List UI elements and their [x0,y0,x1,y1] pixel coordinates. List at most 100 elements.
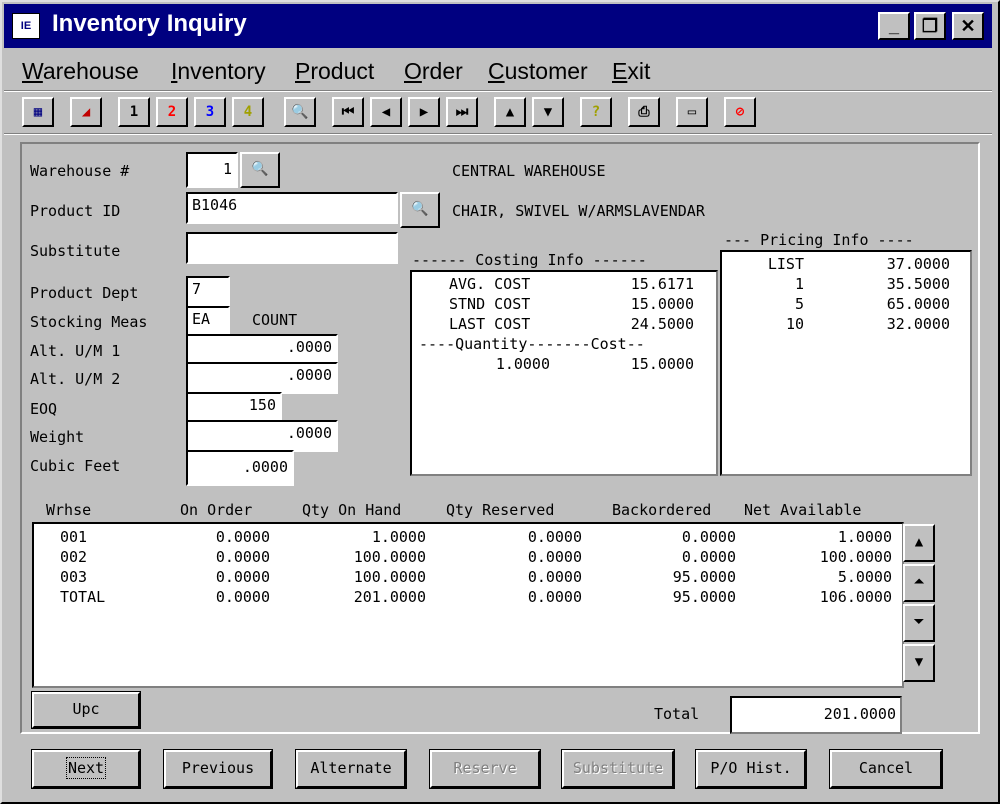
stop-icon[interactable]: ⊘ [724,97,756,127]
price-list: 37.0000 [886,255,950,273]
grid-icon[interactable]: ▦ [22,97,54,127]
scroll-page-up-icon[interactable]: ⏶ [903,564,935,602]
weight-label: Weight [30,428,85,446]
cancel-button[interactable]: Cancel [829,749,943,789]
costing-info-header: ------ Costing Info ------ [412,251,647,269]
table-cell: 0.0000 [527,548,582,566]
col-header-wrhse: Wrhse [46,501,92,519]
menu-warehouse[interactable]: Warehouse [22,58,139,85]
menu-exit[interactable]: Exit [612,58,650,85]
next-button[interactable]: Next [31,749,141,789]
minimize-icon[interactable]: _ [878,12,910,40]
table-cell: 0.0000 [215,568,270,586]
reserve-button[interactable]: Reserve [429,749,541,789]
warehouse-lookup-icon[interactable]: 🔍 [240,152,280,188]
menu-customer[interactable]: Customer [488,58,588,85]
col-header-net-available: Net Available [744,501,862,519]
warehouse-input[interactable]: 1 [186,152,238,188]
stnd-cost-label: STND COST [449,295,531,313]
eoq-label: EOQ [30,400,58,418]
stocking-meas-description: COUNT [252,311,298,329]
last-record-icon[interactable]: ⏭ [446,97,478,127]
down-icon[interactable]: ▼ [532,97,564,127]
menu-inventory[interactable]: Inventory [171,58,266,85]
product-dept-input[interactable]: 7 [186,276,230,308]
close-icon[interactable]: ✕ [952,12,984,40]
table-cell: 106.0000 [819,588,892,606]
print-icon[interactable]: ⎙ [628,97,660,127]
price-1: 35.5000 [886,275,950,293]
table-cell: 0.0000 [681,528,736,546]
scroll-page-down-icon[interactable]: ⏷ [903,604,935,642]
price-qty-list: LIST [767,255,804,273]
previous-record-icon[interactable]: ◀ [370,97,402,127]
app-icon[interactable]: IE [12,13,40,39]
scroll-up-icon[interactable]: ▲ [903,524,935,562]
table-cell: 002 [60,548,88,566]
table-cell: 1.0000 [371,528,426,546]
stocking-meas-input[interactable]: EA [186,306,230,336]
tab-3-button[interactable]: 3 [194,97,226,127]
eraser-icon[interactable]: ◢ [70,97,102,127]
first-record-icon[interactable]: ⏮ [332,97,364,127]
next-record-icon[interactable]: ▶ [408,97,440,127]
table-cell: 100.0000 [819,548,892,566]
up-icon[interactable]: ▲ [494,97,526,127]
alternate-button[interactable]: Alternate [295,749,407,789]
table-cell: 100.0000 [353,568,426,586]
alt-um2-input[interactable]: .0000 [186,362,338,394]
last-cost-label: LAST COST [449,315,531,333]
restore-icon[interactable]: ❐ [914,12,946,40]
weight-input[interactable]: .0000 [186,420,338,452]
table-cell: 0.0000 [215,548,270,566]
product-id-input[interactable]: B1046 [186,192,398,224]
price-5: 65.0000 [886,295,950,313]
toolbar: ▦ ◢ 1 2 3 4 🔍 ⏮ ◀ ▶ ⏭ ▲ ▼? ⎙ ▭ ⊘ [4,93,992,131]
col-header-on-order: On Order [180,501,253,519]
menu-order[interactable]: Order [404,58,463,85]
keyboard-icon[interactable]: ▭ [676,97,708,127]
menu-product[interactable]: Product [295,58,374,85]
product-lookup-icon[interactable]: 🔍 [400,192,440,228]
tab-2-button[interactable]: 2 [156,97,188,127]
warehouse-name: CENTRAL WAREHOUSE [452,162,606,180]
cubic-feet-input[interactable]: .0000 [186,450,294,486]
help-icon[interactable]: ? [580,97,612,127]
previous-button[interactable]: Previous [163,749,273,789]
menu-bar: Warehouse Inventory Product Order Custom… [4,52,992,90]
toolbar-separator [4,133,992,135]
total-value: 201.0000 [730,696,902,734]
table-cell: 0.0000 [527,528,582,546]
table-cell: TOTAL [60,588,106,606]
table-cell: 003 [60,568,88,586]
table-cell: 1.0000 [837,528,892,546]
price-qty-1: 1 [794,275,804,293]
total-label: Total [654,705,700,723]
scroll-down-icon[interactable]: ▼ [903,644,935,682]
substitute-button[interactable]: Substitute [561,749,675,789]
menu-separator [4,90,992,92]
po-history-button[interactable]: P/O Hist. [695,749,807,789]
table-cell: 5.0000 [837,568,892,586]
upc-button[interactable]: Upc [31,691,141,729]
tab-1-button[interactable]: 1 [118,97,150,127]
stnd-cost-value: 15.0000 [630,295,694,313]
avg-cost-label: AVG. COST [449,275,531,293]
search-icon[interactable]: 🔍 [284,97,316,127]
warehouse-label: Warehouse # [30,162,130,180]
table-cell: 0.0000 [215,588,270,606]
pricing-info-header: --- Pricing Info ---- [724,231,914,249]
substitute-input[interactable] [186,232,398,264]
col-header-backordered: Backordered [612,501,712,519]
col-header-qty-reserved: Qty Reserved [446,501,555,519]
table-cell: 201.0000 [353,588,426,606]
table-cell: 0.0000 [681,548,736,566]
avg-cost-value: 15.6171 [630,275,694,293]
table-cell: 95.0000 [672,588,736,606]
price-qty-5: 5 [794,295,804,313]
table-cell: 001 [60,528,88,546]
stocking-meas-label: Stocking Meas [30,313,148,331]
window-title: Inventory Inquiry [52,10,247,37]
tab-4-button[interactable]: 4 [232,97,264,127]
table-cell: 95.0000 [672,568,736,586]
